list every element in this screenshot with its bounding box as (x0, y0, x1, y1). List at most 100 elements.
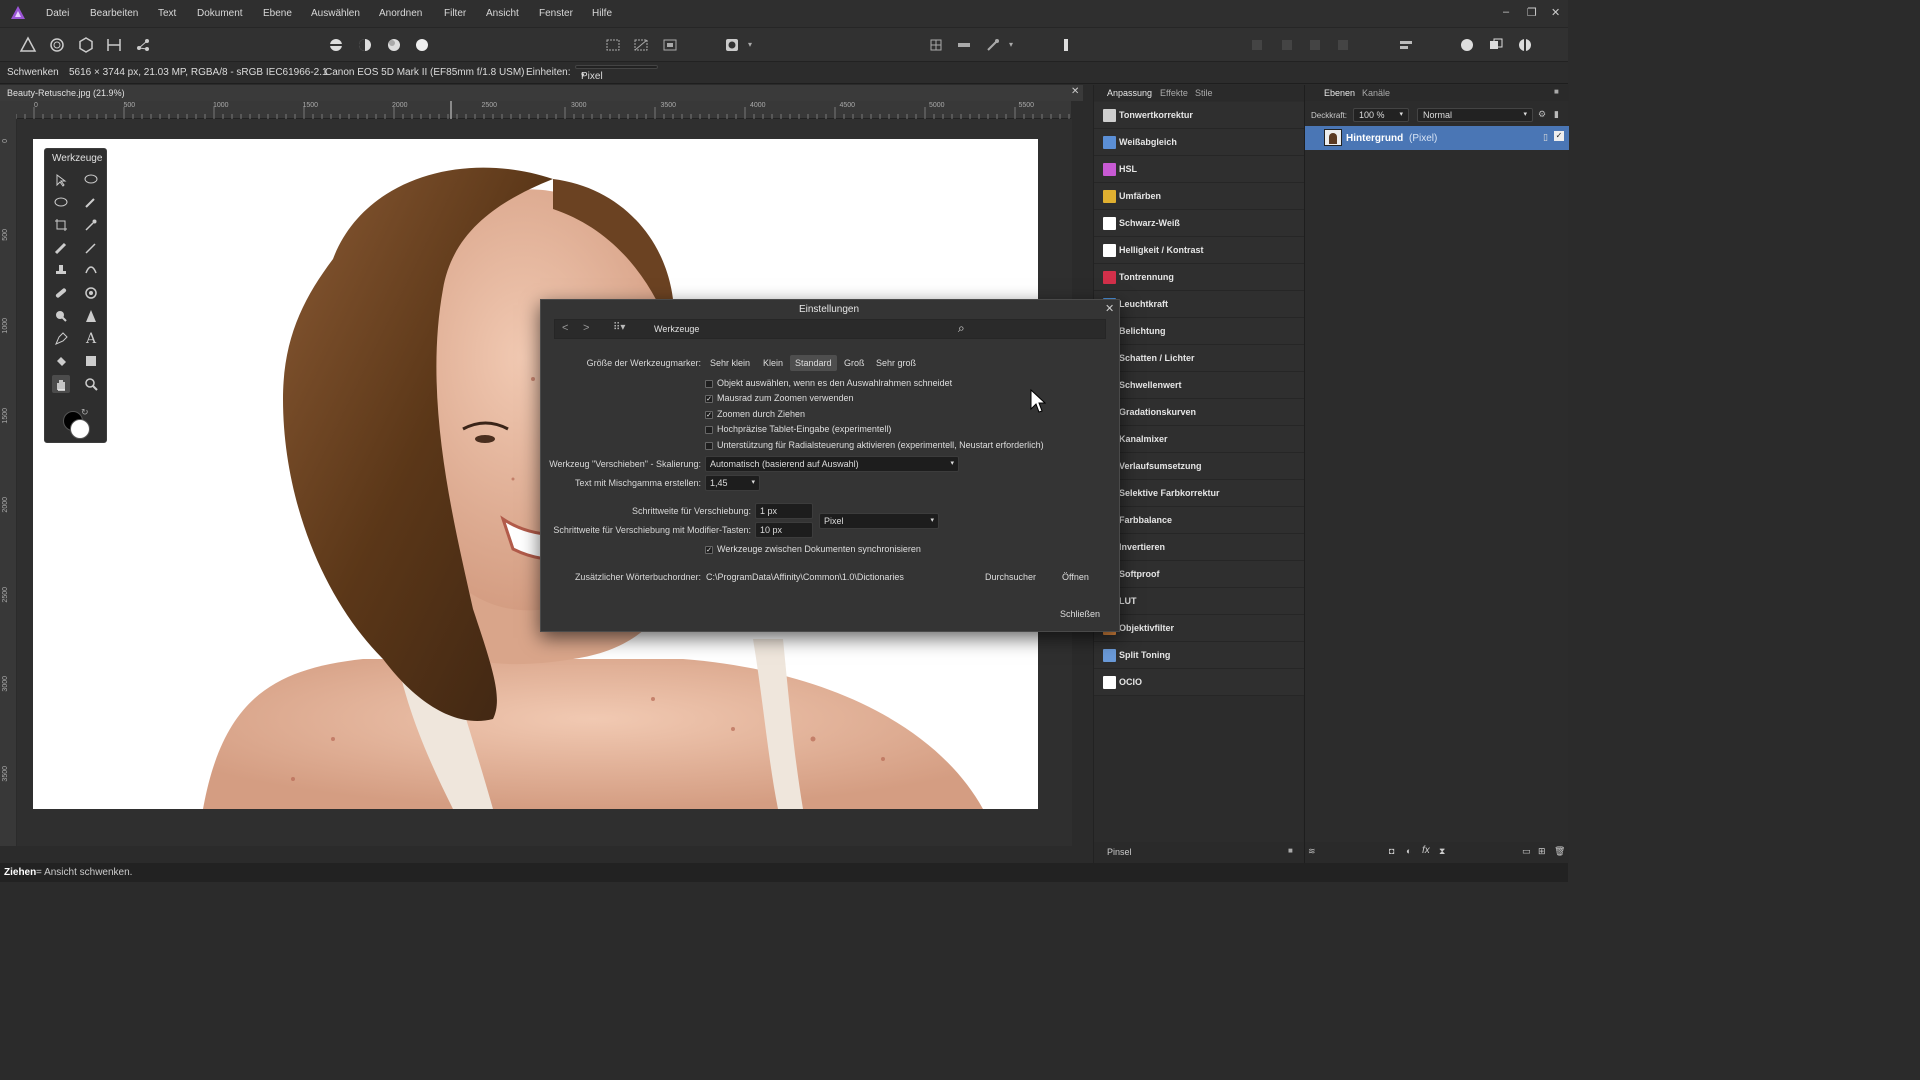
menu-filter[interactable]: Filter (444, 8, 466, 19)
menu-ansicht[interactable]: Ansicht (486, 8, 519, 19)
nudge-modifier-input[interactable]: 10 px (755, 522, 813, 538)
adjustment-item[interactable]: Split Toning (1094, 642, 1304, 669)
size-very-small-button[interactable]: Sehr klein (705, 355, 755, 371)
menu-ebene[interactable]: Ebene (263, 8, 292, 19)
adjustment-item[interactable]: Schwellenwert (1094, 372, 1304, 399)
pixel-brush-tool-icon[interactable] (82, 239, 100, 257)
radial-controller-checkbox[interactable] (705, 442, 713, 450)
adjustment-item[interactable]: Helligkeit / Kontrast (1094, 237, 1304, 264)
sharpen-tool-icon[interactable] (82, 307, 100, 325)
fx-icon[interactable]: fx (1422, 845, 1430, 856)
tab-stile[interactable]: Stile (1195, 88, 1213, 98)
mask-layer-icon[interactable]: ◘ (1389, 846, 1394, 856)
tab-kanaele[interactable]: Kanäle (1362, 88, 1390, 98)
nudge-unit-dropdown[interactable]: Pixel ▾ (819, 513, 939, 529)
auto-colors-icon[interactable] (384, 35, 404, 55)
smudge-tool-icon[interactable] (82, 261, 100, 279)
restore-icon[interactable]: ❐ (1527, 6, 1537, 19)
liquify-persona-icon[interactable] (47, 35, 67, 55)
size-small-button[interactable]: Klein (758, 355, 788, 371)
studio-toggle-3-icon[interactable] (1515, 35, 1535, 55)
group-layers-icon[interactable]: ▭ (1522, 846, 1531, 857)
layer-settings-gear-icon[interactable]: ⚙ (1538, 109, 1546, 120)
tablet-input-checkbox[interactable] (705, 426, 713, 434)
drag-zoom-checkbox[interactable]: ✓ (705, 411, 713, 419)
minimize-icon[interactable]: – (1503, 6, 1509, 18)
adjustment-item[interactable]: Objektivfilter (1094, 615, 1304, 642)
menu-dokument[interactable]: Dokument (197, 8, 243, 19)
affinity-logo-icon[interactable] (10, 5, 26, 21)
color-picker-tool-icon[interactable] (82, 216, 100, 234)
adjustment-item[interactable]: Umfärben (1094, 183, 1304, 210)
menu-auswaehlen[interactable]: Auswählen (311, 8, 360, 19)
menu-fenster[interactable]: Fenster (539, 8, 573, 19)
clone-stamp-tool-icon[interactable] (52, 261, 70, 279)
move-scale-dropdown[interactable]: Automatisch (basierend auf Auswahl) ▾ (705, 456, 959, 472)
mode-button-4-icon[interactable] (1333, 35, 1353, 55)
auto-white-balance-icon[interactable] (412, 35, 432, 55)
close-window-icon[interactable]: ✕ (1551, 6, 1560, 19)
menu-text[interactable]: Text (158, 8, 176, 19)
tab-effekte[interactable]: Effekte (1160, 88, 1188, 98)
adjustment-item[interactable]: Farbbalance (1094, 507, 1304, 534)
blemish-removal-tool-icon[interactable] (82, 284, 100, 302)
adjustment-layer-icon[interactable]: ◐ (1406, 846, 1411, 856)
view-tool-hand-icon[interactable] (52, 375, 70, 393)
dodge-tool-icon[interactable] (52, 307, 70, 325)
close-dialog-button[interactable]: Schließen (1055, 606, 1105, 622)
rectangle-tool-icon[interactable] (82, 352, 100, 370)
lock-icon[interactable]: ▮ (1554, 109, 1559, 120)
paint-brush-tool-icon[interactable] (52, 239, 70, 257)
arrange-icon[interactable] (1396, 35, 1416, 55)
menu-hilfe[interactable]: Hilfe (592, 8, 612, 19)
live-filter-icon[interactable]: ⧗ (1439, 846, 1445, 857)
adjustment-item[interactable]: Leuchtkraft (1094, 291, 1304, 318)
zoom-tool-icon[interactable] (82, 375, 100, 393)
adjustment-item[interactable]: Schwarz-Weiß (1094, 210, 1304, 237)
pen-tool-icon[interactable] (52, 330, 70, 348)
menu-bearbeiten[interactable]: Bearbeiten (90, 8, 138, 19)
close-document-icon[interactable]: ✕ (1071, 86, 1079, 97)
tone-mapping-persona-icon[interactable] (104, 35, 124, 55)
document-tab[interactable]: Beauty-Retusche.jpg (21.9%) ✕ (0, 85, 1083, 101)
develop-persona-icon[interactable] (76, 35, 96, 55)
menu-datei[interactable]: Datei (46, 8, 69, 19)
mode-button-3-icon[interactable] (1305, 35, 1325, 55)
size-very-large-button[interactable]: Sehr groß (871, 355, 921, 371)
layer-stack-icon[interactable]: ≋ (1308, 846, 1316, 857)
vertical-ruler[interactable]: 0 500 1000 1500 2000 2500 3000 3500 (0, 101, 16, 846)
studio-toggle-2-icon[interactable] (1486, 35, 1506, 55)
brush-panel-header[interactable]: Pinsel ■ (1094, 842, 1304, 863)
blend-mode-dropdown[interactable]: Normal ▾ (1417, 108, 1533, 122)
invert-selection-icon[interactable] (660, 35, 680, 55)
layer-lock-icon[interactable]: ▯ (1543, 132, 1548, 143)
context-toolbar-toggle-icon[interactable] (1056, 35, 1076, 55)
size-standard-button[interactable]: Standard (790, 355, 837, 371)
fill-tool-icon[interactable] (52, 352, 70, 370)
healing-brush-tool-icon[interactable] (52, 284, 70, 302)
selection-brush-tool-icon[interactable] (82, 193, 100, 211)
add-layer-icon[interactable]: ⊞ (1538, 846, 1546, 857)
crop-tool-icon[interactable] (52, 216, 70, 234)
browse-button[interactable]: Durchsucher (980, 569, 1041, 585)
layer-visibility-checkbox[interactable]: ✓ (1554, 131, 1564, 141)
adjustment-item[interactable]: Gradationskurven (1094, 399, 1304, 426)
search-icon[interactable]: ⌕ (958, 321, 965, 336)
snapping-icon[interactable] (926, 35, 946, 55)
horizontal-ruler[interactable]: 0 500 1000 1500 2000 2500 3000 3500 4000 4500 5000… (16, 101, 1071, 119)
assistant-dropdown-icon[interactable]: ▾ (1009, 40, 1013, 49)
elliptical-marquee-tool-icon[interactable] (52, 193, 70, 211)
size-large-button[interactable]: Groß (839, 355, 870, 371)
tab-ebenen[interactable]: Ebenen (1324, 88, 1355, 98)
auto-contrast-icon[interactable] (355, 35, 375, 55)
text-tool-icon[interactable]: A (82, 330, 100, 348)
adjustment-item[interactable]: Schatten / Lichter (1094, 345, 1304, 372)
delete-layer-icon[interactable]: 🗑 (1554, 846, 1565, 857)
mousewheel-zoom-checkbox[interactable]: ✓ (705, 395, 713, 403)
sync-tools-checkbox[interactable]: ✓ (705, 546, 713, 554)
deselect-icon[interactable] (631, 35, 651, 55)
dialog-close-icon[interactable]: ✕ (1105, 302, 1114, 315)
adjustment-item[interactable]: Softproof (1094, 561, 1304, 588)
adjustment-item[interactable]: Selektive Farbkorrektur (1094, 480, 1304, 507)
grid-view-icon[interactable]: ⠿▾ (613, 322, 625, 333)
